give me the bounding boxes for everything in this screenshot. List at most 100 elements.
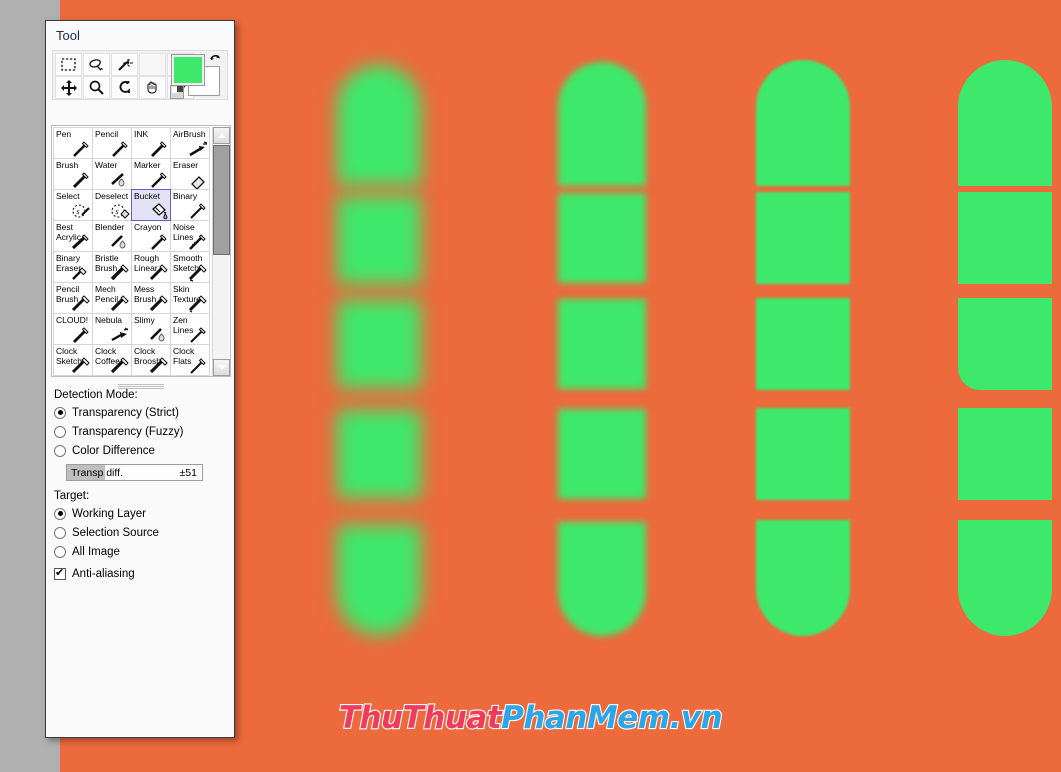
zoom-icon[interactable]: [83, 76, 110, 99]
radio-working-layer[interactable]: Working Layer: [54, 504, 236, 523]
brush-item-pencil-brush[interactable]: Pencil Brush: [53, 282, 93, 314]
svg-text:s: s: [116, 207, 119, 216]
smooth-sketch-icon: [188, 264, 208, 282]
brush-item-airbrush[interactable]: AirBrush: [170, 127, 210, 159]
brush-item-crayon[interactable]: Crayon: [131, 220, 171, 252]
brush-item-smooth-sketch[interactable]: Smooth Sketch: [170, 251, 210, 283]
shape-c3-r3: [756, 298, 850, 390]
lasso-select-icon[interactable]: [83, 53, 110, 76]
brush-item-clock-broosh[interactable]: Clock Broosh: [131, 344, 171, 376]
shape-c1-r5: [337, 525, 421, 635]
shape-c1-r4: [337, 410, 421, 498]
shape-c3-r1: [756, 60, 850, 186]
brush-item-ink[interactable]: INK: [131, 127, 171, 159]
brush-item-best-acrylic[interactable]: Best Acrylic: [53, 220, 93, 252]
brush-item-binary[interactable]: Binary: [170, 189, 210, 221]
brush-item-clock-sketch[interactable]: Clock Sketch: [53, 344, 93, 376]
hand-icon[interactable]: [139, 76, 166, 99]
brush-item-bucket[interactable]: Bucket: [131, 189, 171, 221]
brush-list-scrollbar[interactable]: [212, 127, 230, 376]
brush-item-bristle-brush[interactable]: Bristle Brush: [92, 251, 132, 283]
brush-row: Binary Eraser Bristle Brush Rough Linear Sm…: [53, 251, 212, 283]
pencil-icon: [110, 140, 130, 158]
scroll-up-button[interactable]: [213, 127, 230, 144]
panel-resize-handle[interactable]: [118, 383, 164, 389]
radio-transparency-fuzzy[interactable]: Transparency (Fuzzy): [54, 422, 236, 441]
binary-icon: [188, 202, 208, 220]
brush-item-marker[interactable]: Marker: [131, 158, 171, 190]
transparency-icon[interactable]: [170, 85, 184, 99]
radio-selection-source[interactable]: Selection Source: [54, 523, 236, 542]
brush-list-panel[interactable]: Pen Pencil INK AirBrush Brush Water Marker Eras…: [51, 125, 231, 377]
brush-item-nebula[interactable]: Nebula: [92, 313, 132, 345]
radio-transparency-strict[interactable]: Transparency (Strict): [54, 403, 236, 422]
magic-wand-icon[interactable]: [111, 53, 138, 76]
brush-item-water[interactable]: Water: [92, 158, 132, 190]
rotate-icon[interactable]: [111, 76, 138, 99]
brush-item-mech-pencil[interactable]: Mech Pencil: [92, 282, 132, 314]
shape-c2-r4: [558, 409, 646, 499]
color-swatch-widget[interactable]: [170, 54, 222, 99]
radio-color-difference[interactable]: Color Difference: [54, 441, 236, 460]
brush-item-pencil[interactable]: Pencil: [92, 127, 132, 159]
shape-c4-r2: [958, 192, 1052, 284]
brush-item-slimy[interactable]: Slimy: [131, 313, 171, 345]
brush-item-clock-coffee[interactable]: Clock Coffee: [92, 344, 132, 376]
tool-options: Detection Mode: Transparency (Strict) Tr…: [46, 389, 236, 583]
brush-item-label: Slimy: [134, 315, 155, 325]
cloud-icon: [71, 326, 91, 344]
radio-indicator: [54, 444, 66, 457]
scrollbar-thumb[interactable]: [213, 145, 230, 255]
shape-c3-r5: [756, 520, 850, 636]
slider-label: Transp diff.: [71, 467, 123, 479]
shape-c2-r1: [558, 62, 646, 186]
rough-linear-icon: [149, 264, 169, 282]
binary-eraser-icon: [71, 264, 91, 282]
radio-label: Transparency (Strict): [72, 406, 179, 419]
brush-item-deselect[interactable]: Deselect s: [92, 189, 132, 221]
shape-c4-r4: [958, 408, 1052, 500]
radio-all-image[interactable]: All Image: [54, 542, 236, 561]
shape-c1-r1: [337, 65, 421, 185]
brush-item-skin-texture[interactable]: Skin Texture: [170, 282, 210, 314]
brush-item-label: Crayon: [134, 222, 162, 232]
brush-item-noise-lines[interactable]: Noise Lines: [170, 220, 210, 252]
brush-row: Brush Water Marker Eraser: [53, 158, 212, 190]
marker-icon: [149, 171, 169, 189]
checkbox-label: Anti-aliasing: [72, 567, 135, 580]
tool-window[interactable]: Tool Pen Pencil INK AirBrush Brush Water…: [45, 20, 235, 738]
crayon-icon: [149, 233, 169, 251]
brush-item-eraser[interactable]: Eraser: [170, 158, 210, 190]
ink-icon: [149, 140, 169, 158]
brush-item-rough-linear[interactable]: Rough Linear: [131, 251, 171, 283]
brush-item-mess-brush[interactable]: Mess Brush: [131, 282, 171, 314]
brush-item-clock-flats[interactable]: Clock Flats: [170, 344, 210, 376]
brush-item-brush[interactable]: Brush: [53, 158, 93, 190]
brush-item-cloud[interactable]: CLOUD!: [53, 313, 93, 345]
rect-select-icon[interactable]: [55, 53, 82, 76]
target-title: Target:: [54, 490, 90, 502]
brush-item-blender[interactable]: Blender: [92, 220, 132, 252]
brush-item-label: Binary: [173, 191, 198, 201]
eraser-icon: [188, 171, 208, 189]
skin-texture-icon: [188, 295, 208, 313]
brush-item-zen-lines[interactable]: Zen Lines: [170, 313, 210, 345]
radio-label: Working Layer: [72, 507, 146, 520]
brush-item-binary-eraser[interactable]: Binary Eraser: [53, 251, 93, 283]
checkbox-anti-aliasing[interactable]: Anti-aliasing: [54, 564, 236, 583]
move-icon[interactable]: [55, 76, 82, 99]
bristle-brush-icon: [110, 264, 130, 282]
deselect-icon: s: [110, 202, 130, 220]
transp-diff-slider[interactable]: Transp diff. ±51: [66, 464, 203, 481]
foreground-color-swatch[interactable]: [171, 54, 205, 86]
brush-item-pen[interactable]: Pen: [53, 127, 93, 159]
brush-item-select[interactable]: Select s: [53, 189, 93, 221]
zen-lines-icon: [188, 326, 208, 344]
brush-grid[interactable]: Pen Pencil INK AirBrush Brush Water Marker Eras…: [53, 127, 212, 376]
shape-c1-r2: [337, 196, 421, 284]
scroll-down-button[interactable]: [213, 359, 230, 376]
shape-c4-r5: [958, 520, 1052, 636]
swap-colors-icon[interactable]: [208, 53, 222, 67]
watermark-part-1: ThuThuat: [338, 699, 503, 737]
tool-icon-bar[interactable]: [52, 50, 228, 100]
